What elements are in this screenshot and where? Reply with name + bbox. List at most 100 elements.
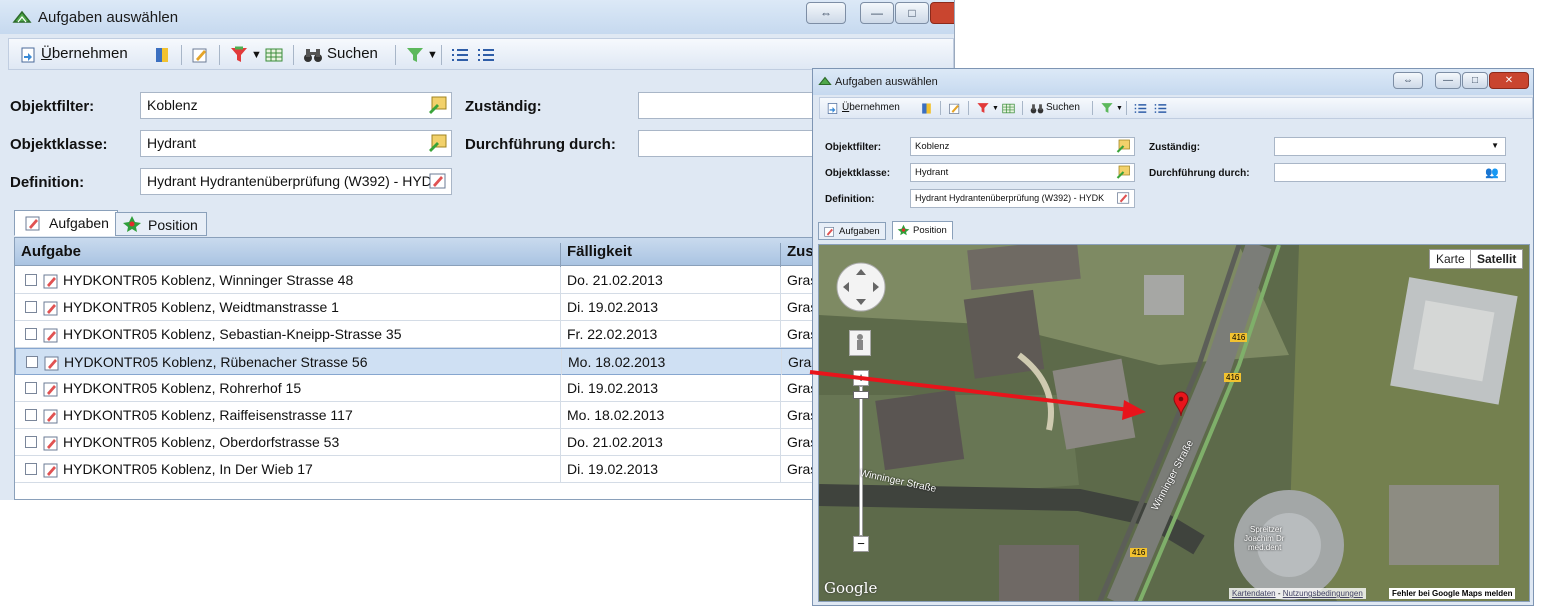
- close-button[interactable]: [930, 2, 954, 24]
- filter-dropdown-icon[interactable]: ▼: [251, 49, 262, 61]
- definition-label: Definition:: [825, 194, 875, 205]
- funnel-icon[interactable]: [1100, 101, 1114, 115]
- row-checkbox[interactable]: [25, 463, 37, 475]
- column-header-zustaendig[interactable]: Zus: [787, 243, 814, 260]
- task-icon: [43, 409, 58, 424]
- row-checkbox[interactable]: [26, 356, 38, 368]
- people-icon[interactable]: 👥: [1485, 166, 1499, 179]
- tab-aufgaben[interactable]: Aufgaben: [818, 222, 886, 240]
- list-alt-icon[interactable]: [477, 46, 495, 64]
- satellite-map[interactable]: + − Karte Satellit 416 416 416 Winninger…: [818, 244, 1530, 602]
- map-footer: Kartendaten - Nutzungsbedingungen: [1229, 588, 1366, 599]
- row-due: Mo. 18.02.2013: [568, 354, 666, 370]
- zoom-in-button[interactable]: +: [853, 370, 869, 386]
- row-checkbox[interactable]: [25, 382, 37, 394]
- task-icon: [43, 301, 58, 316]
- definition-field[interactable]: Hydrant Hydrantenüberprüfung (W392) - HY…: [140, 168, 452, 195]
- tab-aufgaben[interactable]: Aufgaben: [14, 210, 118, 236]
- maximize-button[interactable]: □: [1462, 72, 1488, 89]
- app-icon: [12, 10, 32, 23]
- task-icon: [43, 382, 58, 397]
- objektklasse-field[interactable]: Hydrant: [910, 163, 1135, 182]
- objektklasse-pick-icon[interactable]: [1116, 165, 1131, 179]
- tab-position-label: Position: [148, 217, 198, 233]
- tab-position[interactable]: Position: [115, 212, 207, 236]
- column-header-faelligkeit[interactable]: Fälligkeit: [567, 243, 632, 260]
- row-task: HYDKONTR05 Koblenz, Winninger Strasse 48: [63, 272, 354, 288]
- book-icon[interactable]: [920, 102, 933, 115]
- list-alt-icon[interactable]: [1154, 102, 1167, 115]
- book-icon[interactable]: [153, 46, 171, 64]
- map-window: Aufgaben auswählen ⇔ — □ ✕ Übernehmen ▼ …: [812, 68, 1534, 606]
- row-checkbox[interactable]: [25, 328, 37, 340]
- edit-icon[interactable]: [948, 102, 961, 115]
- filter-icon[interactable]: [976, 101, 990, 115]
- map-data-link[interactable]: Kartendaten: [1232, 589, 1276, 598]
- table-icon[interactable]: [265, 46, 283, 64]
- maximize-button[interactable]: □: [895, 2, 929, 24]
- row-checkbox[interactable]: [25, 301, 37, 313]
- durchfuehrung-field[interactable]: 👥: [1274, 163, 1506, 182]
- pan-control-icon[interactable]: [835, 261, 887, 313]
- title-bar: Aufgaben auswählen ⇔ — □: [0, 0, 954, 34]
- objektfilter-label: Objektfilter:: [10, 98, 95, 115]
- definition-pick-icon[interactable]: [1116, 191, 1131, 205]
- funnel-dropdown-icon[interactable]: ▼: [1116, 105, 1123, 112]
- column-header-aufgabe[interactable]: Aufgabe: [21, 243, 81, 260]
- terms-link[interactable]: Nutzungsbedingungen: [1283, 589, 1363, 598]
- toolbar-separator: [293, 45, 294, 65]
- map-type-satellit-button[interactable]: Satellit: [1470, 249, 1524, 269]
- row-checkbox[interactable]: [25, 436, 37, 448]
- minimize-button[interactable]: —: [1435, 72, 1461, 89]
- row-checkbox[interactable]: [25, 409, 37, 421]
- objektklasse-pick-icon[interactable]: [428, 134, 448, 152]
- zoom-handle[interactable]: [853, 391, 869, 399]
- toolbar-separator: [940, 101, 941, 115]
- road-badge: 416: [1230, 333, 1248, 342]
- map-type-karte-button[interactable]: Karte: [1429, 249, 1472, 269]
- edit-icon[interactable]: [191, 46, 209, 64]
- objektfilter-field[interactable]: Koblenz: [140, 92, 452, 119]
- row-task: HYDKONTR05 Koblenz, Sebastian-Kneipp-Str…: [63, 326, 402, 342]
- search-button[interactable]: Suchen: [327, 45, 378, 62]
- cell-divider: [780, 456, 781, 482]
- apply-button[interactable]: Übernehmen: [41, 45, 128, 62]
- filter-icon[interactable]: [229, 45, 249, 65]
- row-checkbox[interactable]: [25, 274, 37, 286]
- toolbar-separator: [1126, 101, 1127, 115]
- table-icon[interactable]: [1002, 102, 1015, 115]
- task-icon: [43, 463, 58, 478]
- objektfilter-field[interactable]: Koblenz: [910, 137, 1135, 156]
- resize-button[interactable]: ⇔: [1393, 72, 1423, 89]
- report-error-link[interactable]: Fehler bei Google Maps melden: [1389, 588, 1516, 599]
- objektfilter-pick-icon[interactable]: [1116, 139, 1131, 153]
- objektklasse-field[interactable]: Hydrant: [140, 130, 452, 157]
- list-icon[interactable]: [1134, 102, 1147, 115]
- map-imagery: [819, 245, 1529, 601]
- zoom-out-button[interactable]: −: [853, 536, 869, 552]
- funnel-dropdown-icon[interactable]: ▼: [427, 49, 438, 61]
- definition-field[interactable]: Hydrant Hydrantenüberprüfung (W392) - HY…: [910, 189, 1135, 208]
- search-button[interactable]: Suchen: [1046, 102, 1080, 113]
- binoculars-icon: [1030, 104, 1044, 114]
- resize-button[interactable]: ⇔: [806, 2, 846, 24]
- pegman-icon[interactable]: [849, 330, 871, 356]
- objektfilter-pick-icon[interactable]: [428, 96, 448, 114]
- zustaendig-dropdown[interactable]: ▼: [1274, 137, 1506, 156]
- close-button[interactable]: ✕: [1489, 72, 1529, 89]
- tab-position[interactable]: Position: [892, 221, 953, 240]
- funnel-icon[interactable]: [405, 45, 425, 65]
- toolbar: Übernehmen ▼ Suchen ▼: [819, 97, 1533, 119]
- map-marker-icon[interactable]: [1173, 391, 1189, 417]
- filter-dropdown-icon[interactable]: ▼: [992, 105, 999, 112]
- pin-icon: [897, 224, 910, 236]
- objektfilter-value: Koblenz: [147, 97, 198, 113]
- poi-line: Joachim Dr: [1244, 534, 1285, 543]
- zoom-slider[interactable]: [859, 386, 863, 536]
- definition-pick-icon[interactable]: [428, 172, 448, 190]
- minimize-button[interactable]: —: [860, 2, 894, 24]
- apply-button[interactable]: Übernehmen: [842, 102, 900, 113]
- task-icon: [25, 216, 40, 231]
- list-icon[interactable]: [451, 46, 469, 64]
- apply-label: bernehmen: [51, 45, 128, 62]
